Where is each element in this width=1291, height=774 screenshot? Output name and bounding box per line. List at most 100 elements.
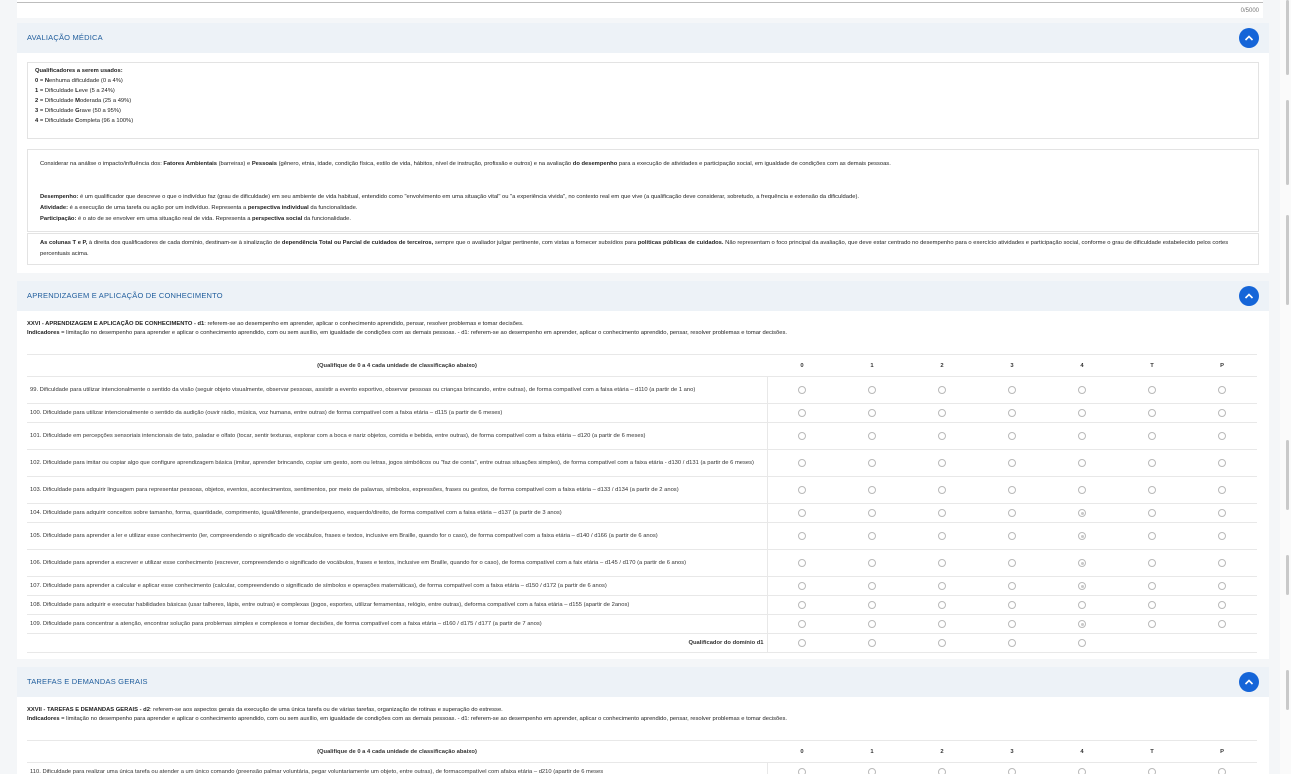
radio-option-0[interactable] [798, 459, 807, 467]
radio-option-t[interactable] [1148, 768, 1156, 774]
radio-option-1[interactable] [868, 409, 876, 417]
radio-option-2[interactable] [938, 459, 946, 467]
radio-option-3[interactable] [1008, 386, 1016, 394]
radio-option-0[interactable] [798, 582, 807, 590]
collapse-button[interactable] [1239, 286, 1259, 306]
radio-option-1[interactable] [868, 386, 876, 394]
radio-option-p[interactable] [1218, 432, 1226, 440]
radio-option-2[interactable] [938, 559, 946, 567]
radio-option-3[interactable] [1008, 601, 1016, 609]
radio-option-0[interactable] [798, 486, 807, 494]
domain-radio-3[interactable] [1008, 639, 1016, 647]
radio-option-t[interactable] [1148, 532, 1156, 540]
radio-option-0[interactable] [798, 509, 807, 517]
radio-option-4[interactable] [1078, 409, 1086, 417]
radio-option-p[interactable] [1218, 582, 1226, 590]
radio-option-t[interactable] [1148, 601, 1156, 609]
radio-option-t[interactable] [1148, 559, 1156, 567]
radio-option-0[interactable] [798, 620, 807, 628]
radio-option-0[interactable] [798, 559, 807, 567]
radio-option-t[interactable] [1148, 432, 1156, 440]
radio-option-p[interactable] [1218, 509, 1226, 517]
radio-cell [977, 522, 1047, 550]
radio-option-0[interactable] [798, 409, 807, 417]
radio-option-3[interactable] [1008, 559, 1016, 567]
radio-option-2[interactable] [938, 432, 946, 440]
section-header[interactable]: AVALIAÇÃO MÉDICA [17, 23, 1269, 53]
radio-option-2[interactable] [938, 409, 946, 417]
radio-option-p[interactable] [1218, 409, 1226, 417]
radio-option-4[interactable] [1078, 459, 1086, 467]
radio-option-4[interactable] [1078, 386, 1086, 394]
radio-option-3[interactable] [1008, 409, 1016, 417]
radio-option-4[interactable] [1078, 432, 1086, 440]
radio-option-0[interactable] [798, 432, 807, 440]
radio-option-p[interactable] [1218, 559, 1226, 567]
radio-option-4[interactable] [1078, 601, 1086, 609]
radio-option-3[interactable] [1008, 532, 1016, 540]
radio-option-0[interactable] [798, 532, 807, 540]
radio-option-1[interactable] [868, 601, 876, 609]
radio-option-1[interactable] [868, 620, 876, 628]
collapse-button[interactable] [1239, 672, 1259, 692]
radio-option-0[interactable] [798, 768, 807, 774]
radio-option-2[interactable] [938, 582, 946, 590]
radio-option-0[interactable] [798, 601, 807, 609]
radio-option-4[interactable] [1078, 582, 1086, 590]
radio-option-4[interactable] [1078, 486, 1086, 494]
domain-radio-2[interactable] [938, 639, 946, 647]
radio-option-t[interactable] [1148, 409, 1156, 417]
radio-option-p[interactable] [1218, 768, 1226, 774]
radio-option-1[interactable] [868, 532, 876, 540]
radio-option-3[interactable] [1008, 486, 1016, 494]
radio-option-3[interactable] [1008, 459, 1016, 467]
radio-option-t[interactable] [1148, 620, 1156, 628]
radio-option-4[interactable] [1078, 620, 1086, 628]
radio-option-p[interactable] [1218, 620, 1226, 628]
radio-option-4[interactable] [1078, 532, 1086, 540]
radio-option-t[interactable] [1148, 386, 1156, 394]
radio-option-1[interactable] [868, 459, 876, 467]
table-header-label: (Qualifique de 0 a 4 cada unidade de cla… [27, 354, 767, 377]
radio-option-2[interactable] [938, 486, 946, 494]
radio-option-1[interactable] [868, 509, 876, 517]
radio-option-2[interactable] [938, 532, 946, 540]
radio-option-4[interactable] [1078, 768, 1086, 774]
radio-option-p[interactable] [1218, 601, 1226, 609]
collapse-button[interactable] [1239, 28, 1259, 48]
radio-option-p[interactable] [1218, 532, 1226, 540]
radio-option-1[interactable] [868, 486, 876, 494]
section-header[interactable]: TAREFAS E DEMANDAS GERAIS [17, 667, 1269, 697]
radio-option-2[interactable] [938, 601, 946, 609]
radio-option-3[interactable] [1008, 620, 1016, 628]
radio-option-3[interactable] [1008, 768, 1016, 774]
section-header[interactable]: APRENDIZAGEM E APLICAÇÃO DE CONHECIMENTO [17, 281, 1269, 311]
radio-option-4[interactable] [1078, 559, 1086, 567]
domain-radio-4[interactable] [1078, 639, 1086, 647]
radio-option-t[interactable] [1148, 509, 1156, 517]
scrollbar[interactable] [1280, 0, 1291, 774]
radio-option-t[interactable] [1148, 459, 1156, 467]
radio-option-2[interactable] [938, 386, 946, 394]
radio-option-1[interactable] [868, 582, 876, 590]
domain-radio-0[interactable] [798, 639, 807, 647]
radio-cell [1117, 614, 1187, 634]
radio-option-0[interactable] [798, 386, 807, 394]
radio-option-4[interactable] [1078, 509, 1086, 517]
radio-option-p[interactable] [1218, 459, 1226, 467]
radio-option-3[interactable] [1008, 509, 1016, 517]
radio-option-3[interactable] [1008, 582, 1016, 590]
radio-option-1[interactable] [868, 559, 876, 567]
radio-option-t[interactable] [1148, 486, 1156, 494]
domain-radio-1[interactable] [868, 639, 876, 647]
radio-option-p[interactable] [1218, 486, 1226, 494]
radio-cell [1117, 549, 1187, 577]
radio-option-3[interactable] [1008, 432, 1016, 440]
radio-option-2[interactable] [938, 768, 946, 774]
radio-option-t[interactable] [1148, 582, 1156, 590]
radio-option-2[interactable] [938, 620, 946, 628]
radio-option-p[interactable] [1218, 386, 1226, 394]
radio-option-1[interactable] [868, 768, 876, 774]
radio-option-1[interactable] [868, 432, 876, 440]
radio-option-2[interactable] [938, 509, 946, 517]
